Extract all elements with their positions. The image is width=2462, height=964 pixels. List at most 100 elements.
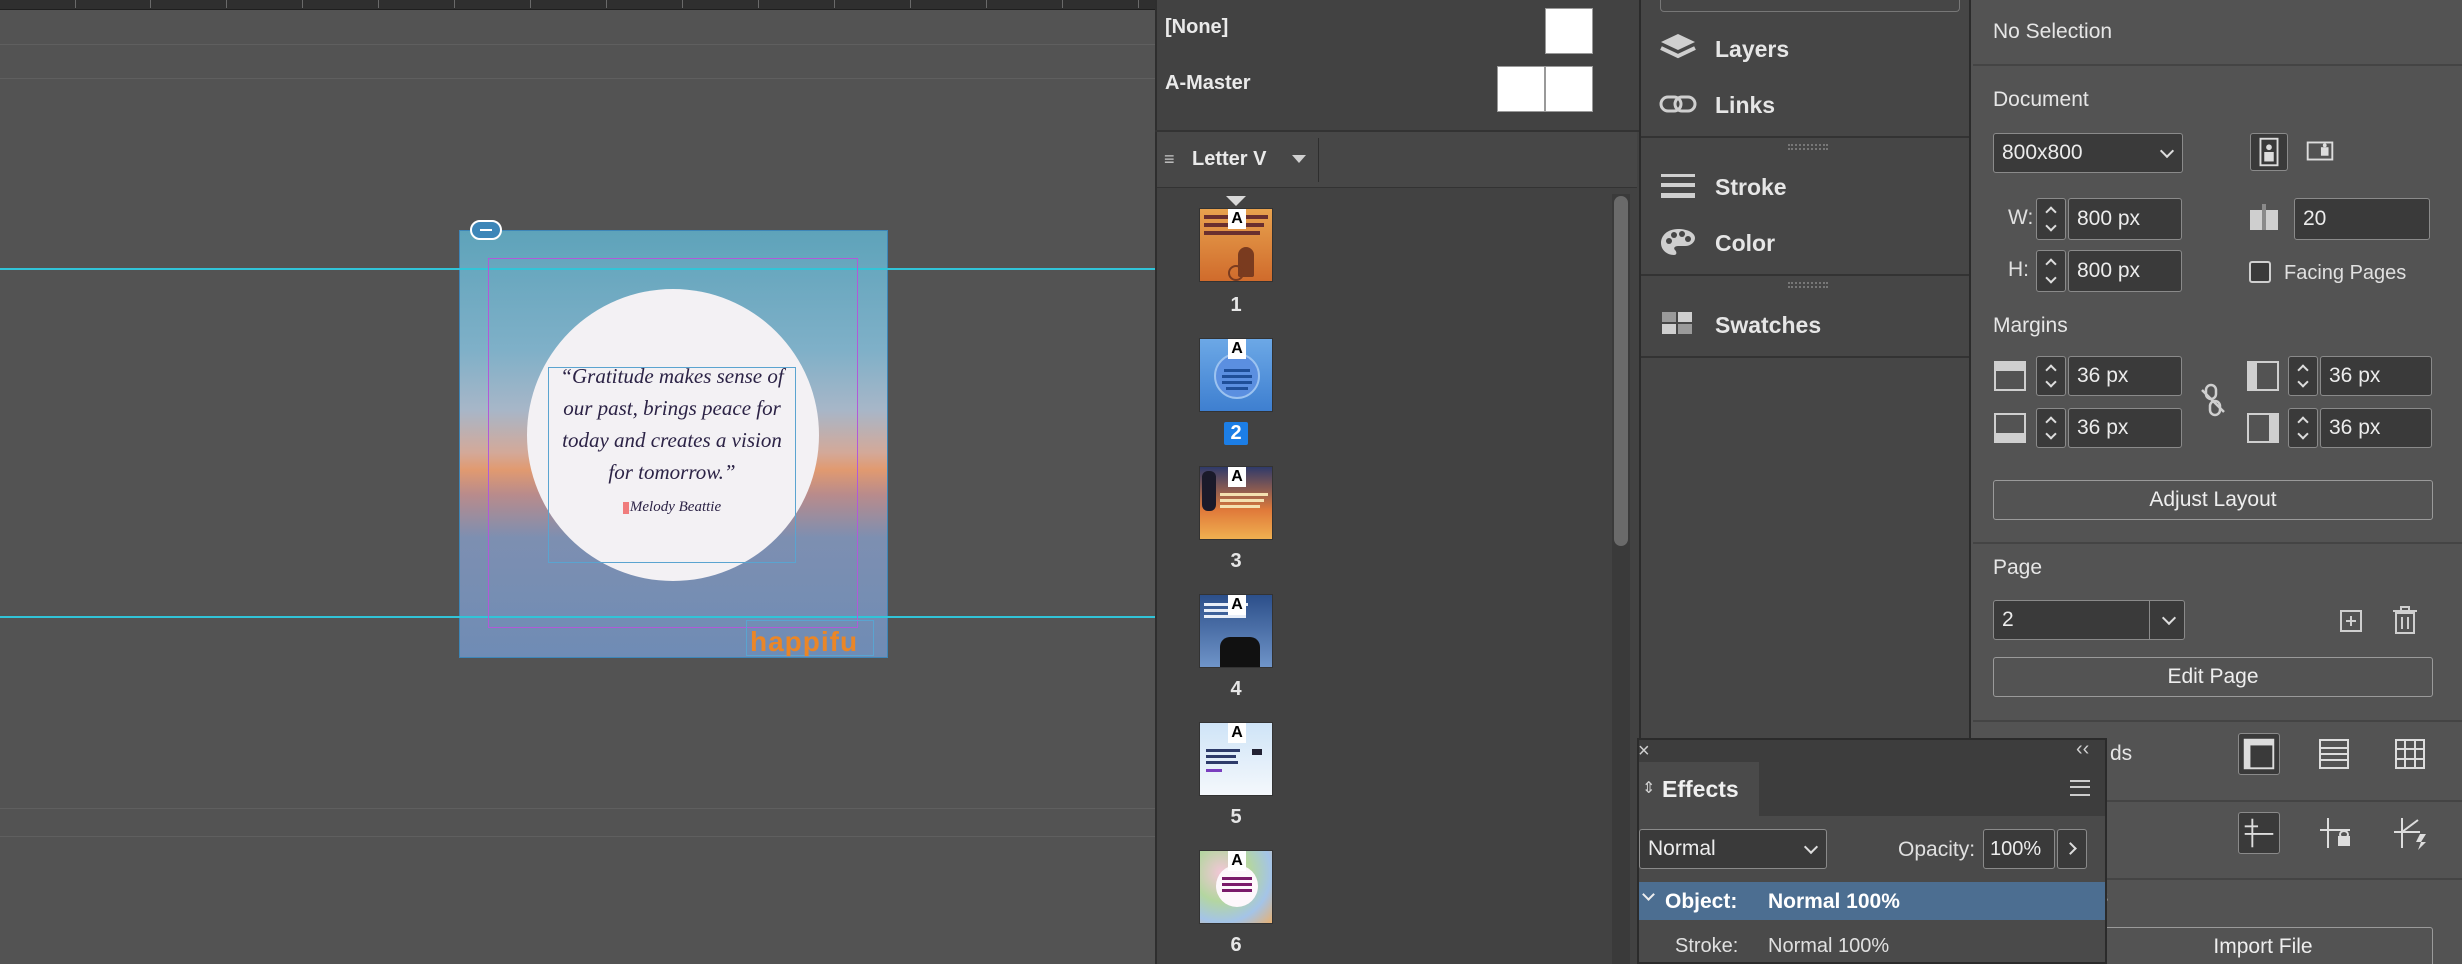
tab-sort-icon[interactable]: ⇕ bbox=[1642, 778, 1655, 798]
master-none-row[interactable]: [None] bbox=[1157, 0, 1635, 56]
page-number-6[interactable]: 6 bbox=[1224, 934, 1248, 957]
thumb-text-line bbox=[1226, 387, 1248, 390]
margin-bottom-stepper[interactable] bbox=[2036, 408, 2066, 448]
landscape-orientation-button[interactable] bbox=[2302, 133, 2340, 171]
width-field[interactable] bbox=[2068, 198, 2182, 240]
effects-panel-titlebar[interactable] bbox=[1639, 740, 2105, 762]
import-file-button[interactable]: Import File bbox=[2093, 927, 2433, 964]
pages-count-icon bbox=[2250, 204, 2278, 230]
margin-top-input[interactable] bbox=[2069, 357, 2181, 395]
margin-outside-field[interactable] bbox=[2320, 408, 2432, 448]
page-thumbnail-6[interactable]: A bbox=[1199, 850, 1273, 924]
baseline-grid-icon[interactable] bbox=[2314, 734, 2354, 774]
page-number-3[interactable]: 3 bbox=[1224, 550, 1248, 573]
step-up-icon[interactable] bbox=[2297, 416, 2309, 428]
grip-icon[interactable]: ≡ bbox=[1164, 149, 1175, 170]
adjust-layout-button[interactable]: Adjust Layout bbox=[1993, 480, 2433, 520]
opacity-slider-button[interactable] bbox=[2057, 829, 2087, 869]
page-size-menu-label[interactable]: Letter V bbox=[1192, 148, 1266, 171]
unlink-margins-icon[interactable] bbox=[2198, 382, 2228, 418]
step-up-icon[interactable] bbox=[2045, 416, 2057, 428]
collapse-panel-icon[interactable]: ‹‹ bbox=[2076, 738, 2089, 761]
smart-guides-icon[interactable] bbox=[2390, 812, 2432, 854]
margin-inside-stepper[interactable] bbox=[2288, 356, 2318, 396]
step-down-icon[interactable] bbox=[2045, 428, 2057, 440]
show-rulers-button[interactable] bbox=[2238, 733, 2280, 775]
delete-page-icon[interactable] bbox=[2390, 604, 2420, 636]
dock-group-grip[interactable] bbox=[1788, 144, 1828, 150]
master-a-right-thumbnail[interactable] bbox=[1545, 66, 1593, 112]
margin-top-stepper[interactable] bbox=[2036, 356, 2066, 396]
dock-color[interactable]: Color bbox=[1641, 216, 1969, 268]
master-a-left-thumbnail[interactable] bbox=[1497, 66, 1545, 112]
author-text[interactable]: Melody Beattie bbox=[548, 499, 796, 516]
margin-bottom-field[interactable] bbox=[2068, 408, 2182, 448]
document-grid-icon[interactable] bbox=[2390, 734, 2430, 774]
margin-outside-input[interactable] bbox=[2321, 409, 2431, 447]
page-thumbnail-4[interactable]: A bbox=[1199, 594, 1273, 668]
stroke-effects-value: Normal 100% bbox=[1768, 935, 1890, 957]
page-number-1[interactable]: 1 bbox=[1224, 294, 1248, 317]
dock-swatches[interactable]: Swatches bbox=[1641, 298, 1969, 350]
step-down-icon[interactable] bbox=[2045, 272, 2057, 284]
height-field[interactable] bbox=[2068, 250, 2182, 292]
margin-top-icon bbox=[1994, 361, 2026, 391]
step-up-icon[interactable] bbox=[2045, 258, 2057, 270]
opacity-input[interactable] bbox=[1984, 830, 2054, 868]
document-preset-select[interactable]: 800x800 bbox=[1993, 133, 2183, 173]
margin-top-field[interactable] bbox=[2068, 356, 2182, 396]
quote-text[interactable]: “Gratitude makes sense of our past, brin… bbox=[548, 360, 796, 488]
blend-mode-select[interactable]: Normal bbox=[1639, 829, 1827, 869]
panel-menu-icon[interactable] bbox=[2070, 780, 2090, 796]
margin-bottom-input[interactable] bbox=[2069, 409, 2181, 447]
margin-inside-field[interactable] bbox=[2320, 356, 2432, 396]
dock-links[interactable]: Links bbox=[1641, 78, 1969, 130]
portrait-orientation-button[interactable] bbox=[2250, 133, 2288, 171]
margin-inside-input[interactable] bbox=[2321, 357, 2431, 395]
dock-group-grip[interactable] bbox=[1788, 282, 1828, 288]
dock-layers[interactable]: Layers bbox=[1641, 22, 1969, 74]
horizontal-ruler[interactable] bbox=[0, 0, 1155, 10]
pages-scrollbar-thumb[interactable] bbox=[1614, 196, 1628, 546]
stroke-effects-label[interactable]: Stroke: bbox=[1675, 935, 1738, 958]
width-stepper[interactable] bbox=[2036, 198, 2066, 240]
step-up-icon[interactable] bbox=[2045, 364, 2057, 376]
ruler-tick bbox=[1062, 0, 1063, 8]
add-page-icon[interactable] bbox=[2336, 606, 2366, 636]
page-number-5[interactable]: 5 bbox=[1224, 806, 1248, 829]
pages-count-input[interactable] bbox=[2295, 199, 2429, 239]
master-a-row[interactable]: A-Master bbox=[1157, 58, 1635, 114]
link-badge-icon[interactable] bbox=[470, 220, 502, 240]
page-thumbnail-3[interactable]: A bbox=[1199, 466, 1273, 540]
chevron-down-icon[interactable] bbox=[1292, 155, 1306, 163]
page-select[interactable]: 2 bbox=[1993, 600, 2185, 640]
show-guides-button[interactable] bbox=[2238, 812, 2280, 854]
step-up-icon[interactable] bbox=[2297, 364, 2309, 376]
page-thumbnail-2[interactable]: A bbox=[1199, 338, 1273, 412]
ruler-tick bbox=[834, 0, 835, 8]
close-icon[interactable]: × bbox=[1638, 740, 1650, 763]
ruler-tick bbox=[910, 0, 911, 8]
pages-count-field[interactable] bbox=[2294, 198, 2430, 240]
height-stepper[interactable] bbox=[2036, 250, 2066, 292]
facing-pages-checkbox[interactable] bbox=[2249, 261, 2271, 283]
margin-outside-stepper[interactable] bbox=[2288, 408, 2318, 448]
step-down-icon[interactable] bbox=[2045, 220, 2057, 232]
step-down-icon[interactable] bbox=[2297, 428, 2309, 440]
page-number-2[interactable]: 2 bbox=[1224, 422, 1248, 445]
page-number-4[interactable]: 4 bbox=[1224, 678, 1248, 701]
height-input[interactable] bbox=[2069, 251, 2181, 291]
dock-stroke[interactable]: Stroke bbox=[1641, 160, 1969, 212]
landscape-icon bbox=[2306, 141, 2334, 161]
lock-guides-icon[interactable] bbox=[2314, 812, 2356, 854]
pages-dock-tab[interactable] bbox=[1660, 0, 1960, 12]
master-none-thumbnail[interactable] bbox=[1545, 8, 1593, 54]
width-input[interactable] bbox=[2069, 199, 2181, 239]
edit-page-button[interactable]: Edit Page bbox=[1993, 657, 2433, 697]
step-down-icon[interactable] bbox=[2045, 376, 2057, 388]
step-down-icon[interactable] bbox=[2297, 376, 2309, 388]
step-up-icon[interactable] bbox=[2045, 206, 2057, 218]
page-thumbnail-5[interactable]: A bbox=[1199, 722, 1273, 796]
opacity-field[interactable] bbox=[1983, 829, 2055, 869]
page-thumbnail-1[interactable]: A bbox=[1199, 208, 1273, 282]
